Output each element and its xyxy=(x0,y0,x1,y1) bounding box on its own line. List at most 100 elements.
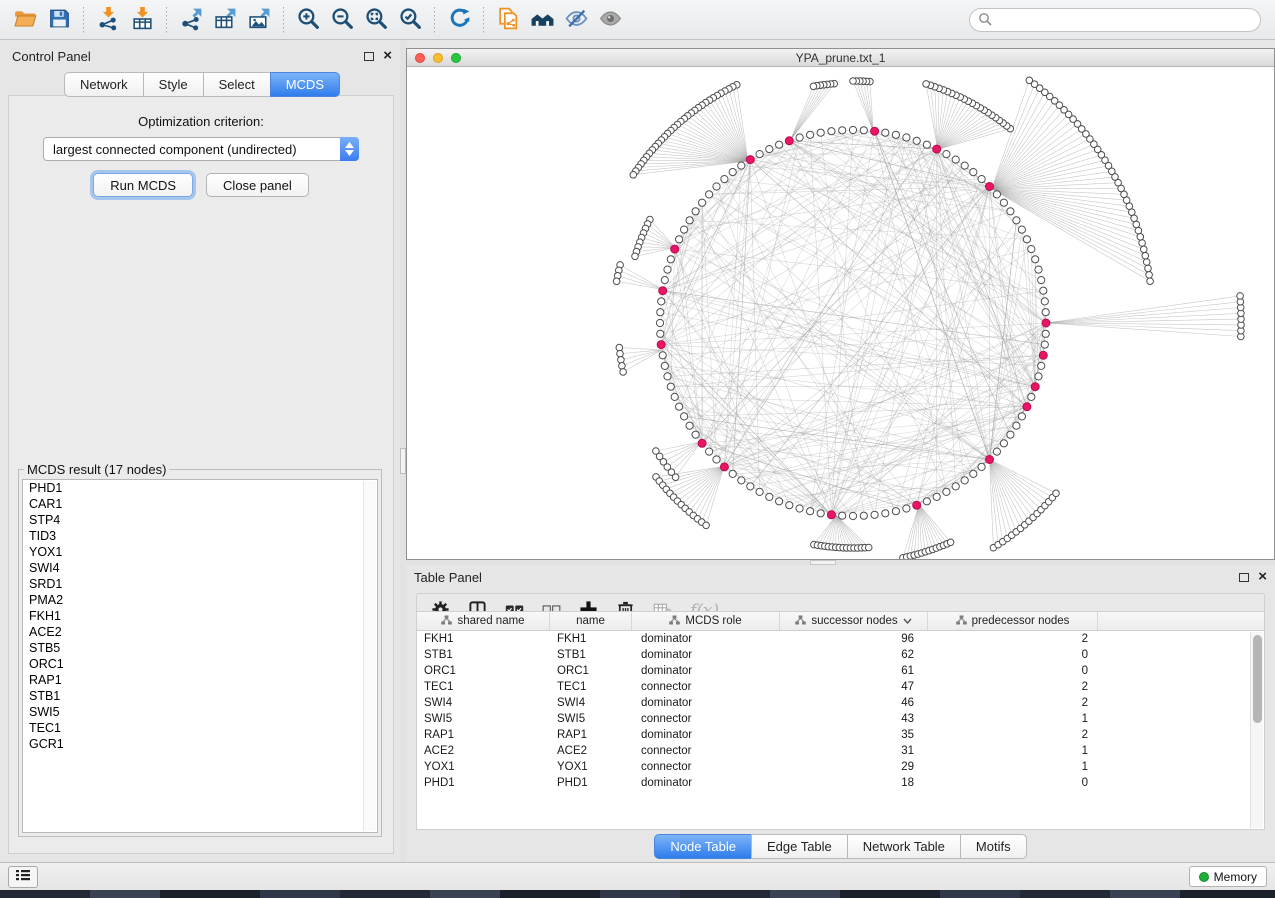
graph-node[interactable] xyxy=(1028,246,1035,253)
graph-node[interactable] xyxy=(1041,341,1048,348)
table-cell[interactable]: TEC1 xyxy=(550,679,632,695)
graph-node[interactable] xyxy=(860,512,867,519)
graph-leaf-node[interactable] xyxy=(1137,234,1144,241)
table-cell[interactable]: 2 xyxy=(928,631,1098,647)
import-network-button[interactable] xyxy=(91,4,125,36)
graph-node[interactable] xyxy=(923,141,930,148)
graph-node[interactable] xyxy=(738,477,745,484)
graph-node[interactable] xyxy=(970,169,977,176)
graph-node[interactable] xyxy=(1042,330,1049,337)
graph-node[interactable] xyxy=(664,373,671,380)
export-image-button[interactable] xyxy=(242,4,276,36)
graph-node[interactable] xyxy=(943,488,950,495)
first-neighbors-button[interactable] xyxy=(525,4,559,36)
table-row[interactable]: ACE2ACE2connector311 xyxy=(417,743,1264,759)
graph-node[interactable] xyxy=(993,448,1000,455)
table-cell[interactable]: 1 xyxy=(928,743,1098,759)
graph-node[interactable] xyxy=(796,134,803,141)
tab-mcds[interactable]: MCDS xyxy=(270,72,340,97)
graph-node[interactable] xyxy=(882,510,889,517)
graph-node[interactable] xyxy=(933,493,940,500)
graph-node[interactable] xyxy=(676,403,683,410)
graph-node[interactable] xyxy=(1042,309,1049,316)
show-all-button[interactable] xyxy=(593,4,627,36)
graph-node[interactable] xyxy=(1000,440,1007,447)
graph-node[interactable] xyxy=(656,319,663,326)
graph-node[interactable] xyxy=(1038,362,1045,369)
open-file-button[interactable] xyxy=(8,4,42,36)
table-cell[interactable]: STB1 xyxy=(550,647,632,663)
run-mcds-button[interactable]: Run MCDS xyxy=(93,173,193,197)
graph-hub-node[interactable] xyxy=(827,511,835,519)
table-cell[interactable]: STB1 xyxy=(417,647,550,663)
graph-node[interactable] xyxy=(738,162,745,169)
graph-node[interactable] xyxy=(1000,199,1007,206)
graph-node[interactable] xyxy=(1007,431,1014,438)
table-cell[interactable]: ORC1 xyxy=(417,663,550,679)
graph-node[interactable] xyxy=(776,498,783,505)
graph-node[interactable] xyxy=(729,169,736,176)
graph-node[interactable] xyxy=(659,352,666,359)
graph-node[interactable] xyxy=(721,176,728,183)
mcds-result-item[interactable]: TEC1 xyxy=(23,720,377,736)
mcds-result-item[interactable]: ACE2 xyxy=(23,624,377,640)
graph-node[interactable] xyxy=(664,266,671,273)
graph-node[interactable] xyxy=(766,146,773,153)
graph-hub-node[interactable] xyxy=(986,183,994,191)
copy-network-button[interactable] xyxy=(491,4,525,36)
tab-edge-table[interactable]: Edge Table xyxy=(751,834,848,859)
table-cell[interactable]: 31 xyxy=(780,743,928,759)
graph-leaf-node[interactable] xyxy=(810,83,817,90)
table-cell[interactable]: 35 xyxy=(780,727,928,743)
mcds-result-item[interactable]: YOX1 xyxy=(23,544,377,560)
mcds-result-item[interactable]: PHD1 xyxy=(23,480,377,496)
table-cell[interactable]: 1 xyxy=(928,711,1098,727)
graph-node[interactable] xyxy=(817,510,824,517)
graph-node[interactable] xyxy=(892,508,899,515)
graph-node[interactable] xyxy=(970,470,977,477)
graph-node[interactable] xyxy=(923,498,930,505)
graph-node[interactable] xyxy=(661,362,668,369)
table-cell[interactable]: connector xyxy=(632,711,780,727)
graph-node[interactable] xyxy=(692,208,699,215)
graph-leaf-node[interactable] xyxy=(620,369,627,376)
graph-leaf-node[interactable] xyxy=(630,172,637,179)
graph-node[interactable] xyxy=(713,183,720,190)
table-row[interactable]: STB1STB1dominator620 xyxy=(417,647,1264,663)
float-panel-icon[interactable] xyxy=(1239,573,1249,582)
table-cell[interactable]: dominator xyxy=(632,695,780,711)
hide-selected-button[interactable] xyxy=(559,4,593,36)
table-cell[interactable]: dominator xyxy=(632,775,780,791)
graph-node[interactable] xyxy=(993,191,1000,198)
graph-node[interactable] xyxy=(786,502,793,509)
graph-leaf-node[interactable] xyxy=(850,78,857,85)
column-header-name[interactable]: name xyxy=(550,612,632,630)
float-panel-icon[interactable] xyxy=(364,52,374,61)
table-row[interactable]: SWI4SWI4dominator462 xyxy=(417,695,1264,711)
graph-node[interactable] xyxy=(871,511,878,518)
graph-node[interactable] xyxy=(1018,226,1025,233)
graph-node[interactable] xyxy=(903,134,910,141)
graph-node[interactable] xyxy=(817,129,824,136)
graph-node[interactable] xyxy=(961,162,968,169)
close-panel-icon[interactable]: × xyxy=(1258,572,1267,582)
graph-leaf-node[interactable] xyxy=(947,539,954,546)
table-cell[interactable]: dominator xyxy=(632,631,780,647)
column-header-successor-nodes[interactable]: successor nodes xyxy=(780,612,928,630)
graph-hub-node[interactable] xyxy=(785,137,793,145)
table-cell[interactable]: 62 xyxy=(780,647,928,663)
table-cell[interactable]: 43 xyxy=(780,711,928,727)
save-session-button[interactable] xyxy=(42,4,76,36)
graph-node[interactable] xyxy=(892,131,899,138)
graph-node[interactable] xyxy=(1041,298,1048,305)
mcds-result-item[interactable]: STP4 xyxy=(23,512,377,528)
graph-leaf-node[interactable] xyxy=(1141,246,1148,253)
graph-node[interactable] xyxy=(1035,373,1042,380)
table-cell[interactable]: 61 xyxy=(780,663,928,679)
table-cell[interactable]: dominator xyxy=(632,647,780,663)
table-cell[interactable]: 29 xyxy=(780,759,928,775)
graph-leaf-node[interactable] xyxy=(617,350,624,357)
graph-hub-node[interactable] xyxy=(720,463,728,471)
table-cell[interactable]: SWI5 xyxy=(417,711,550,727)
table-cell[interactable]: SWI4 xyxy=(417,695,550,711)
